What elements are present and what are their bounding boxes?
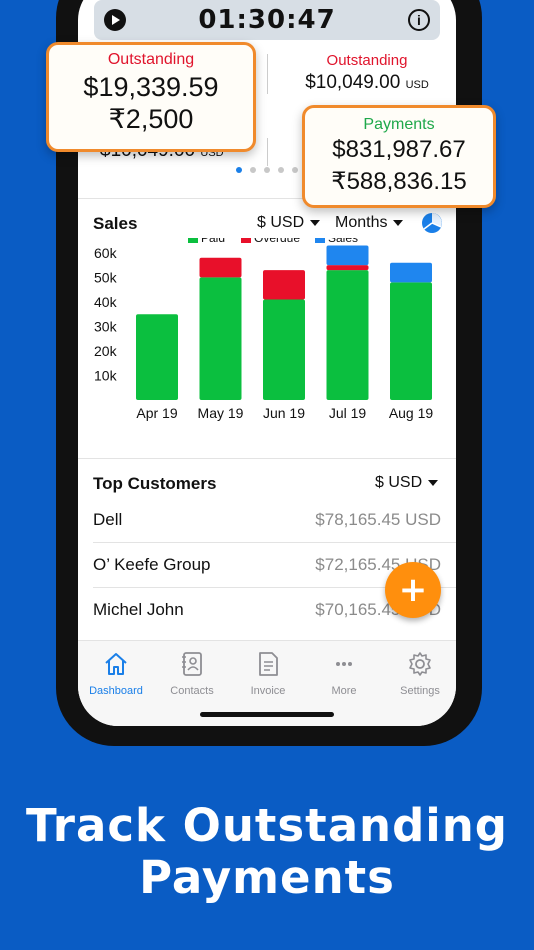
tab-more[interactable]: More (306, 651, 382, 699)
x-tick-label: Apr 19 (136, 405, 177, 421)
tab-label: Settings (400, 685, 440, 697)
headline-line: Track Outstanding (26, 799, 508, 852)
sales-chart: Paid Overdue Sales 10k 20k 30k 40k 50k 60k Apr 19… (94, 238, 434, 421)
callout-value: ₹2,500 (108, 104, 194, 134)
bar-segment (326, 270, 369, 400)
legend-label: Sales (328, 238, 358, 245)
add-button[interactable]: + (385, 562, 441, 618)
outstanding-summary: Outstanding $10,049.00 USD (278, 52, 456, 94)
customers-currency-dropdown[interactable]: $ USD (375, 474, 439, 492)
x-tick-label: Aug 19 (389, 405, 434, 421)
outstanding-label: Outstanding (326, 52, 408, 69)
outstanding-callout: Outstanding $19,339.59 ₹2,500 (46, 42, 256, 152)
bar-segment (326, 265, 369, 271)
divider (78, 458, 456, 459)
home-icon (105, 653, 127, 675)
page-dot[interactable] (278, 167, 284, 173)
pie-chart-icon[interactable] (421, 212, 443, 234)
tab-invoice[interactable]: Invoice (230, 651, 306, 699)
customer-row[interactable]: Dell $78,165.45 USD (93, 498, 441, 542)
info-icon[interactable]: i (408, 9, 430, 31)
customer-amount: $78,165.45 USD (315, 510, 441, 529)
bar-segment (136, 314, 178, 400)
invoice-document-icon (259, 652, 278, 676)
legend-label: Paid (201, 238, 225, 245)
callout-value: ₹588,836.15 (331, 168, 467, 195)
callout-value: $19,339.59 (83, 72, 219, 102)
legend-swatch (241, 238, 251, 243)
y-tick-label: 30k (94, 318, 118, 334)
currency-dropdown[interactable]: $ USD (257, 214, 321, 232)
bar-segment (263, 270, 305, 300)
callout-value: $831,987.67 (332, 136, 466, 163)
y-tick-label: 20k (94, 343, 118, 359)
home-indicator[interactable] (200, 712, 334, 717)
divider (267, 138, 268, 166)
x-tick-label: May 19 (198, 405, 244, 421)
tab-label: More (331, 685, 357, 697)
more-dots-icon (336, 662, 352, 666)
sales-title: Sales (93, 214, 138, 233)
callout-label: Outstanding (107, 51, 195, 68)
page-indicator[interactable] (236, 167, 298, 173)
tab-label: Dashboard (89, 685, 143, 697)
customer-name: Dell (93, 510, 123, 529)
headline-line: Payments (139, 851, 395, 904)
x-tick-label: Jul 19 (329, 405, 367, 421)
tab-contacts[interactable]: Contacts (154, 651, 230, 699)
y-tick-label: 40k (94, 294, 118, 310)
payments-callout: Payments $831,987.67 ₹588,836.15 (302, 105, 496, 208)
y-tick-label: 50k (94, 269, 118, 285)
bar-segment (326, 245, 369, 266)
bar-segment (390, 282, 432, 400)
customer-name: Michel John (93, 600, 184, 619)
headline: Track Outstanding Payments (0, 800, 534, 904)
legend-swatch (315, 238, 325, 243)
page-dot[interactable] (236, 167, 242, 173)
gear-icon (409, 652, 431, 676)
bar-segment (199, 257, 242, 278)
sales-header: Sales $ USD Months (93, 212, 443, 236)
timer-bar: 01:30:47 i (94, 0, 440, 40)
callout-label: Payments (363, 116, 435, 133)
page-dot[interactable] (250, 167, 256, 173)
top-customers-title: Top Customers (93, 474, 217, 493)
y-tick-label: 10k (94, 367, 118, 383)
legend-label: Overdue (254, 238, 300, 245)
tab-dashboard[interactable]: Dashboard (78, 651, 154, 699)
bar-segment (263, 299, 305, 400)
contacts-book-icon (182, 652, 202, 676)
customer-name: O’ Keefe Group (93, 555, 211, 574)
period-dropdown[interactable]: Months (335, 214, 404, 232)
tab-label: Invoice (250, 685, 286, 697)
tab-label: Contacts (170, 685, 214, 697)
page-dot[interactable] (292, 167, 298, 173)
x-tick-label: Jun 19 (263, 405, 305, 421)
top-customers-header: Top Customers $ USD (93, 472, 443, 496)
legend-swatch (188, 238, 198, 243)
outstanding-value: $10,049.00 USD (305, 72, 429, 93)
bar-segment (390, 262, 432, 283)
page-dot[interactable] (264, 167, 270, 173)
divider (267, 54, 268, 94)
timer-display: 01:30:47 (198, 5, 336, 35)
bar-segment (199, 277, 242, 400)
tab-settings[interactable]: Settings (382, 651, 456, 699)
y-tick-label: 60k (94, 245, 118, 261)
play-icon[interactable] (104, 9, 126, 31)
